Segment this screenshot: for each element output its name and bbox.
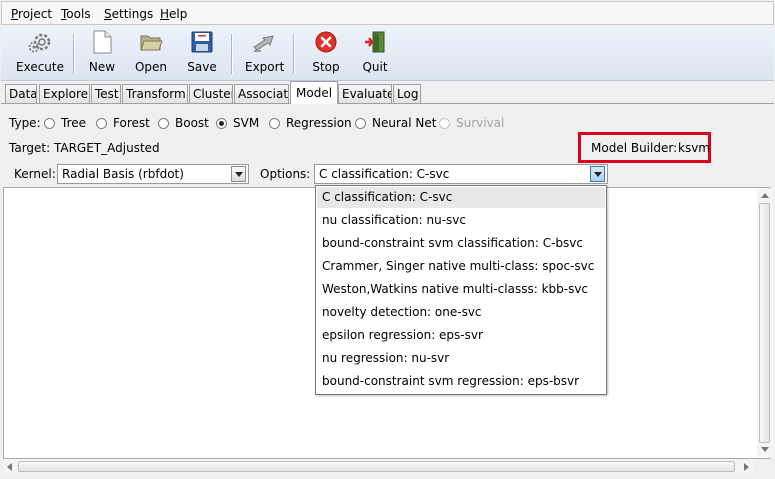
option-item[interactable]: C classification: C-svc — [317, 187, 605, 208]
radio-circle — [96, 117, 107, 129]
stop-icon — [315, 31, 337, 53]
radio-circle — [44, 117, 55, 129]
tab-cluster[interactable]: Cluster — [189, 84, 233, 103]
radio-circle-selected — [216, 117, 227, 129]
radio-survival: Survival — [439, 115, 504, 131]
toolbar: Execute New Open Save Export Stop Quit — [1, 26, 774, 81]
model-builder-label: Model Builder: — [591, 141, 678, 155]
toolbar-separator — [293, 34, 295, 74]
menu-project[interactable]: Project — [11, 7, 52, 21]
kernel-combo[interactable]: Radial Basis (rbfdot) — [57, 164, 249, 184]
option-item[interactable]: bound-constraint svm regression: eps-bsv… — [317, 371, 605, 392]
menu-bar: Project Tools Settings Help — [1, 1, 774, 25]
menu-help[interactable]: Help — [160, 7, 187, 21]
scroll-left-icon[interactable] — [7, 463, 12, 471]
options-combo[interactable]: C classification: C-svc — [314, 164, 608, 184]
radio-circle — [439, 117, 450, 129]
export-button[interactable]: Export — [245, 30, 284, 78]
tab-associate[interactable]: Associate — [234, 84, 289, 103]
floppy-disk-icon — [191, 31, 213, 53]
option-item[interactable]: nu regression: nu-svr — [317, 348, 605, 369]
tab-log[interactable]: Log — [393, 84, 421, 103]
vertical-scroll-thumb[interactable] — [759, 203, 770, 443]
radio-regression[interactable]: Regression — [269, 115, 352, 131]
horizontal-scroll-thumb[interactable] — [18, 461, 735, 472]
radio-tree[interactable]: Tree — [44, 115, 86, 131]
vertical-scrollbar[interactable] — [757, 189, 773, 457]
export-icon — [253, 35, 274, 52]
tab-evaluate[interactable]: Evaluate — [338, 84, 392, 103]
radio-circle — [355, 117, 366, 129]
options-dropdown-list: C classification: C-svc nu classificatio… — [315, 185, 607, 395]
radio-svm[interactable]: SVM — [216, 115, 259, 131]
target-label: Target: TARGET_Adjusted — [9, 141, 160, 155]
tab-test[interactable]: Test — [91, 84, 121, 103]
scroll-down-icon[interactable] — [761, 447, 769, 452]
radio-circle — [158, 117, 169, 129]
save-button[interactable]: Save — [186, 30, 218, 78]
new-button[interactable]: New — [87, 30, 117, 78]
toolbar-separator — [231, 34, 233, 74]
gears-icon — [28, 33, 51, 53]
type-label: Type: — [9, 116, 41, 130]
option-item[interactable]: nu classification: nu-svc — [317, 210, 605, 231]
chevron-down-icon[interactable] — [590, 166, 605, 182]
folder-open-icon — [140, 35, 163, 51]
new-document-icon — [93, 30, 112, 54]
radio-boost[interactable]: Boost — [158, 115, 209, 131]
toolbar-separator — [73, 34, 75, 74]
option-item[interactable]: novelty detection: one-svc — [317, 302, 605, 323]
radio-neural-net[interactable]: Neural Net — [355, 115, 436, 131]
menu-settings[interactable]: Settings — [104, 7, 153, 21]
tab-model[interactable]: Model — [290, 81, 338, 104]
scroll-up-icon[interactable] — [761, 193, 769, 198]
radio-circle — [269, 117, 280, 129]
chevron-down-icon[interactable] — [231, 166, 246, 182]
option-item[interactable]: bound-constraint svm classification: C-b… — [317, 233, 605, 254]
exit-door-icon — [365, 31, 385, 53]
execute-button[interactable]: Execute — [16, 30, 64, 78]
tab-explore[interactable]: Explore — [39, 84, 90, 103]
stop-button[interactable]: Stop — [311, 30, 341, 78]
tab-transform[interactable]: Transform — [122, 84, 188, 103]
options-label: Options: — [260, 167, 311, 181]
option-item[interactable]: Crammer, Singer native multi-class: spoc… — [317, 256, 605, 277]
open-button[interactable]: Open — [134, 30, 168, 78]
quit-button[interactable]: Quit — [360, 30, 390, 78]
model-builder-highlight: Model Builder: ksvm — [578, 132, 711, 163]
scroll-right-icon[interactable] — [744, 463, 749, 471]
option-item[interactable]: Weston,Watkins native multi-classs: kbb-… — [317, 279, 605, 300]
horizontal-scrollbar[interactable] — [4, 459, 754, 475]
kernel-label: Kernel: — [14, 167, 56, 181]
menu-tools[interactable]: Tools — [61, 7, 91, 21]
options-value: C classification: C-svc — [319, 167, 450, 181]
option-item[interactable]: epsilon regression: eps-svr — [317, 325, 605, 346]
kernel-value: Radial Basis (rbfdot) — [62, 167, 184, 181]
tab-data[interactable]: Data — [5, 84, 37, 103]
radio-forest[interactable]: Forest — [96, 115, 150, 131]
model-builder-value: ksvm — [678, 141, 710, 155]
